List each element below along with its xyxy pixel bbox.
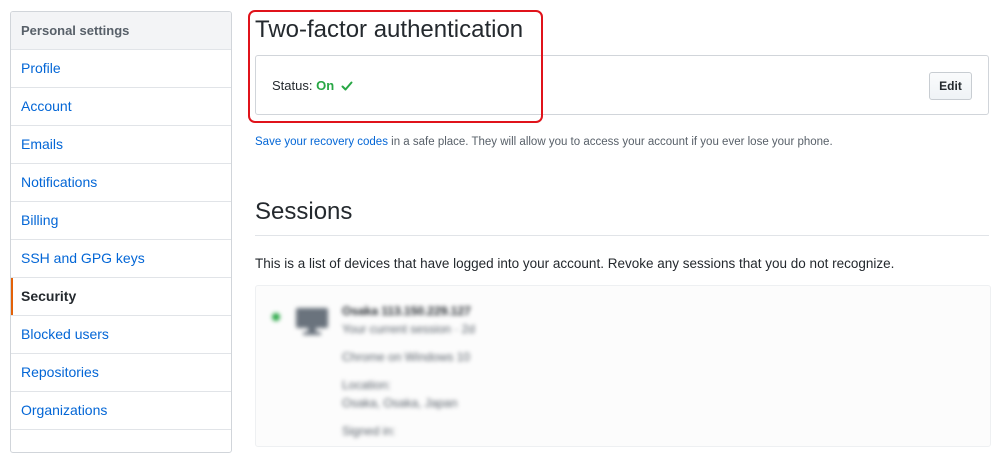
sidebar-item-ssh-gpg-keys[interactable]: SSH and GPG keys (11, 240, 231, 278)
session-list-item: Osaka 113.150.229.127 Your current sessi… (255, 285, 991, 447)
sessions-title: Sessions (255, 198, 353, 225)
session-current-note: Your current session · 2d (342, 322, 475, 336)
session-signed-in-label: Signed in: (342, 424, 396, 438)
session-browser: Chrome on Windows 10 (342, 350, 471, 364)
settings-sidebar: Personal settings Profile Account Emails… (10, 11, 232, 453)
sidebar-item-profile[interactable]: Profile (11, 50, 231, 88)
sidebar-item-organizations[interactable]: Organizations (11, 392, 231, 430)
recovery-codes-text: in a safe place. They will allow you to … (387, 136, 833, 148)
edit-two-factor-button[interactable]: Edit (929, 72, 972, 100)
sessions-description: This is a list of devices that have logg… (255, 256, 895, 271)
sessions-divider (255, 235, 989, 236)
sidebar-item-account[interactable]: Account (11, 88, 231, 126)
session-location-label: Location: (342, 378, 391, 392)
session-location-value: Osaka, Osaka, Japan (342, 396, 458, 410)
recovery-codes-note: Save your recovery codes in a safe place… (255, 136, 833, 148)
sidebar-item-blocked-users[interactable]: Blocked users (11, 316, 231, 354)
sidebar-item-emails[interactable]: Emails (11, 126, 231, 164)
sidebar-item-security[interactable]: Security (11, 278, 231, 316)
active-session-indicator (272, 313, 280, 321)
sidebar-item-repositories[interactable]: Repositories (11, 354, 231, 392)
recovery-codes-link[interactable]: Save your recovery codes (255, 136, 388, 148)
desktop-device-icon (294, 306, 330, 341)
sidebar-item-billing[interactable]: Billing (11, 202, 231, 240)
annotation-highlight-box (248, 10, 543, 123)
sidebar-header: Personal settings (11, 12, 231, 50)
sidebar-item-notifications[interactable]: Notifications (11, 164, 231, 202)
session-location-ip: Osaka 113.150.229.127 (342, 304, 471, 318)
